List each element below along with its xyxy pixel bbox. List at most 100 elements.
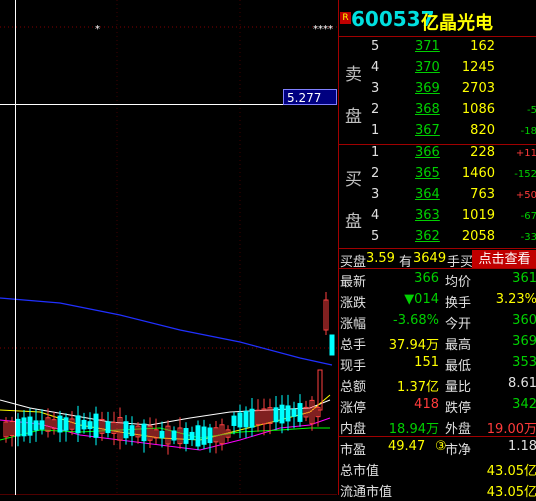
r-badge: R: [340, 12, 351, 24]
stat-label: 涨跌: [340, 296, 367, 311]
sell-row[interactable]: 3 369 2703: [339, 79, 536, 101]
valuation-row: 流通市值 43.05亿: [339, 479, 536, 501]
stats-row: 总手 37.94万 最高 369: [339, 332, 536, 354]
stat-value: 366: [414, 271, 439, 286]
candle-body: [159, 430, 165, 439]
stock-header: R 600537 亿晶光电: [339, 0, 536, 36]
crosshair-price-label: 5.277: [283, 89, 337, 105]
sell-price: 367: [415, 123, 440, 138]
stat-value: 19.00万: [486, 422, 536, 437]
valuation-value: 43.05亿: [486, 485, 536, 500]
stat-value: 342: [512, 397, 536, 412]
sell-volume: 2703: [461, 81, 495, 96]
buy-level: 4: [371, 208, 380, 223]
stat-label: 内盘: [340, 422, 367, 437]
candle-body: [291, 408, 297, 417]
buy-row[interactable]: 2 365 1460 -152: [339, 164, 536, 186]
sell-row[interactable]: 1 367 820 -18: [339, 121, 536, 143]
buy-level: 2: [371, 166, 380, 181]
stat-value: -3.68%: [393, 313, 439, 328]
candle-body: [81, 419, 87, 430]
buyline-v1: 3.59: [366, 251, 395, 266]
kline-chart[interactable]: 5.277 * ****: [0, 0, 337, 496]
sell-change: -5: [527, 105, 536, 116]
stat-label: 总手: [340, 338, 367, 353]
sell-volume: 820: [470, 123, 495, 138]
buy-price: 362: [415, 229, 440, 244]
buy-row[interactable]: 5 362 2058 -33: [339, 227, 536, 249]
candle-body: [93, 413, 99, 438]
stat-label: 换手: [445, 296, 472, 311]
stats-row: 涨幅 -3.68% 今开 360: [339, 311, 536, 333]
stat-value: 361: [512, 271, 536, 286]
sell-level: 4: [371, 60, 380, 75]
sell-volume: 162: [470, 39, 495, 54]
stat-value: 8.61: [508, 376, 536, 391]
buy-change: -67: [520, 211, 536, 222]
candle-body: [249, 408, 255, 428]
sell-level: 1: [371, 123, 380, 138]
sell-volume: 1086: [461, 102, 495, 117]
sell-row[interactable]: 2 368 1086 -5: [339, 100, 536, 122]
candle-body: [57, 415, 63, 433]
buy-row[interactable]: 4 363 1019 -67: [339, 206, 536, 228]
buy-change: -33: [520, 232, 536, 243]
valuation-row: 市盈 49.47 ③ 市净 1.18: [339, 437, 536, 459]
candle-body: [183, 428, 189, 444]
candle-body: [129, 425, 135, 437]
valuation-label: 市盈: [340, 443, 367, 458]
stat-label: 现手: [340, 359, 367, 374]
stat-label: 外盘: [445, 422, 472, 437]
candle-body: [63, 417, 69, 431]
stat-value: 151: [414, 355, 439, 370]
stats-row: 最新 366 均价 361: [339, 269, 536, 291]
stat-label: 最低: [445, 359, 472, 374]
buy-row[interactable]: 1 366 228 +11: [339, 143, 536, 165]
buy-change: -152: [514, 169, 536, 180]
candle-body: [273, 407, 279, 423]
stock-name: 亿晶光电: [421, 13, 493, 34]
buy-volume: 2058: [461, 229, 495, 244]
view-details-button[interactable]: 点击查看: [472, 250, 536, 269]
sell-row[interactable]: 4 370 1245: [339, 58, 536, 80]
stat-label: 最高: [445, 338, 472, 353]
ma-blue-line: [0, 297, 333, 366]
marker-stars: ****: [313, 24, 333, 35]
stat-value: 37.94万: [388, 338, 439, 353]
stat-value: 360: [512, 313, 536, 328]
buy-volume: 228: [470, 145, 495, 160]
sell-price: 368: [415, 102, 440, 117]
buy-volume: 1019: [461, 208, 495, 223]
sell-row[interactable]: 5 371 162: [339, 37, 536, 59]
buy-level: 3: [371, 187, 380, 202]
candle-body: [231, 415, 237, 426]
buy-price: 363: [415, 208, 440, 223]
candle-body: [297, 403, 303, 422]
candle-body: [75, 415, 81, 434]
valuation-row: 总市值 43.05亿: [339, 458, 536, 480]
sell-level: 2: [371, 102, 380, 117]
buy-level: 5: [371, 229, 380, 244]
candle-body: [207, 427, 213, 444]
stats-row: 现手 151 最低 353: [339, 353, 536, 375]
valuation-label: 流通市值: [340, 485, 393, 500]
candle-body: [21, 417, 27, 437]
stat-label: 今开: [445, 317, 472, 332]
stat-label: 总额: [340, 380, 367, 395]
candle-body: [237, 412, 243, 428]
sell-level: 3: [371, 81, 380, 96]
buy-row[interactable]: 3 364 763 +50: [339, 185, 536, 207]
stats-row: 涨跌 ▼014 换手 3.23%: [339, 290, 536, 312]
candle-body: [201, 426, 207, 445]
crosshair-vertical: [15, 0, 16, 495]
sell-price: 370: [415, 60, 440, 75]
candle-body: [33, 420, 39, 431]
stats-row: 内盘 18.94万 外盘 19.00万: [339, 416, 536, 438]
candle-body: [39, 420, 45, 430]
stats-row: 涨停 418 跌停 342: [339, 395, 536, 417]
valuation-label: 市净: [445, 443, 472, 458]
stat-value: 3.23%: [495, 292, 536, 307]
candle-body: [243, 410, 249, 428]
candle-body: [123, 421, 129, 439]
candle-body: [105, 421, 111, 434]
